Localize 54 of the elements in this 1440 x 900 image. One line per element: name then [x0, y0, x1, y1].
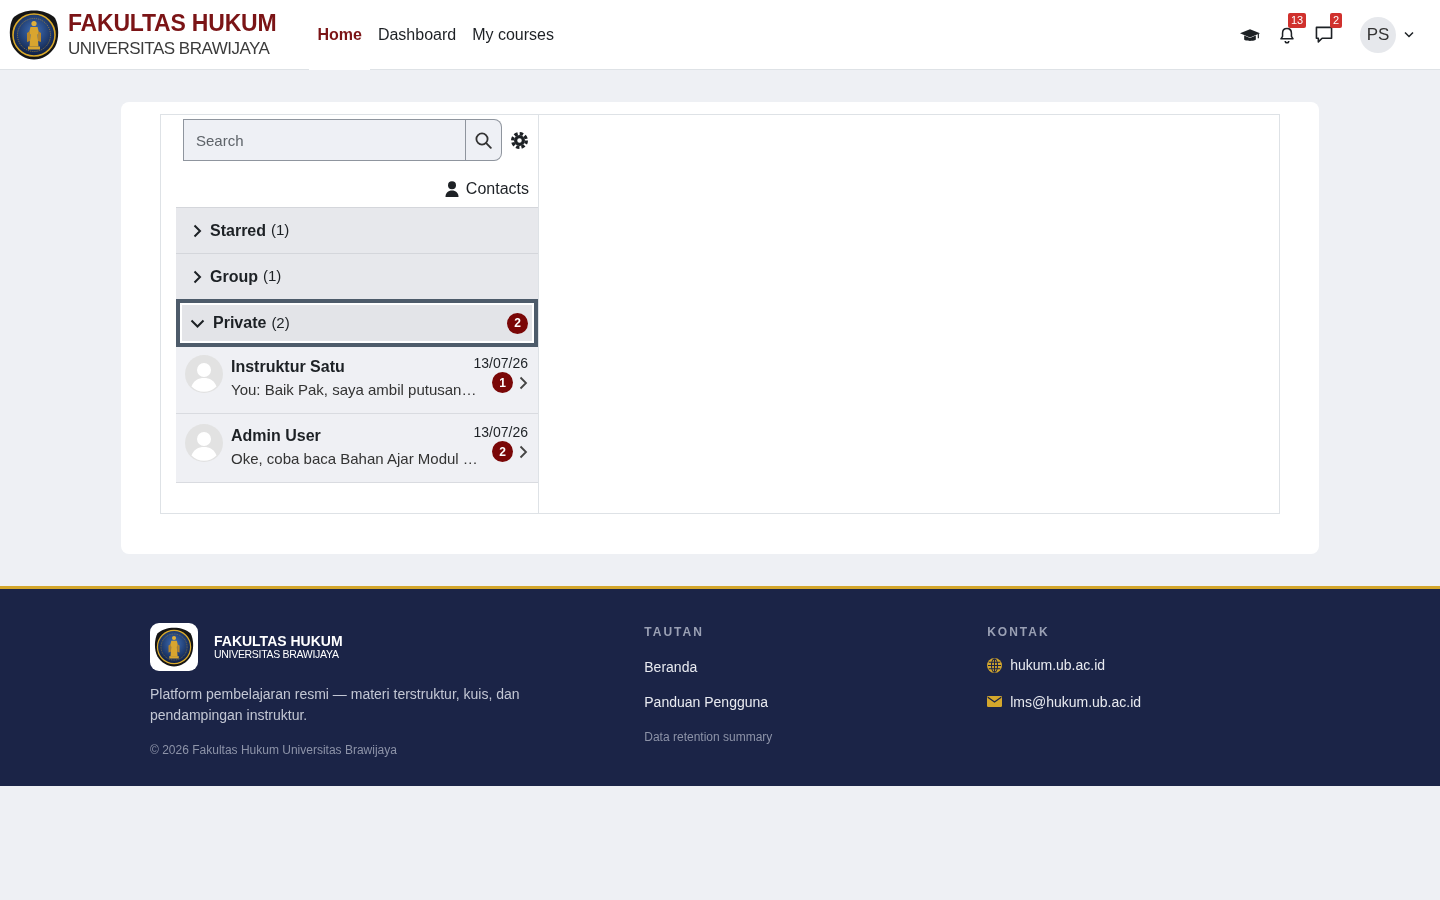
nav-link[interactable]: Dashboard [369, 0, 465, 70]
nav-link[interactable]: My courses [464, 0, 562, 70]
unread-count-badge: 1 [492, 372, 513, 393]
footer-heading: TAUTAN [644, 625, 705, 639]
message-count-badge: 2 [1330, 13, 1343, 28]
chevron-right-icon [193, 223, 202, 238]
globe-icon [987, 657, 1003, 673]
person-icon [444, 181, 459, 197]
search-icon [474, 131, 492, 149]
brand-title[interactable]: FAKULTAS HUKUM [68, 12, 277, 35]
brand-title: FAKULTAS HUKUM [214, 633, 343, 649]
brand-subtitle: UNIVERSITAS BRAWIJAYA [214, 648, 340, 661]
contacts-link[interactable]: Contacts [444, 177, 529, 201]
section-header[interactable]: Starred (1) [176, 207, 538, 253]
chevron-right-icon [193, 269, 202, 284]
chat-bubble-icon[interactable] [1315, 26, 1333, 43]
conversation-item[interactable]: Instruktur Satu You: Baik Pak, saya ambil putusan… 13/07/26 1 [176, 347, 538, 414]
chevron-right-icon [519, 444, 528, 459]
contact-link[interactable]: hukum.ub.ac.id [987, 656, 1106, 674]
unread-count-badge: 2 [492, 441, 513, 462]
message-date: 13/07/26 [473, 424, 528, 440]
footer-link[interactable]: Panduan Pengguna [644, 692, 769, 711]
notification-count-badge: 13 [1288, 12, 1307, 28]
search-button[interactable] [465, 119, 502, 161]
section-header[interactable]: Private (2) 2 [176, 299, 538, 347]
graduation-cap-icon[interactable] [1240, 26, 1260, 43]
search-field[interactable]: Search [183, 119, 466, 161]
envelope-icon [987, 696, 1003, 707]
message-date: 13/07/26 [473, 355, 528, 371]
settings-icon[interactable] [511, 131, 528, 149]
contact-link[interactable]: lms@hukum.ub.ac.id [987, 692, 1142, 711]
contact-name: Admin User [231, 426, 322, 446]
section-header[interactable]: Group (1) [176, 253, 538, 299]
user-avatar[interactable]: PS [1360, 16, 1396, 53]
emblem-logo[interactable] [8, 8, 60, 61]
caret-icon[interactable] [1404, 31, 1414, 38]
message-preview: You: Baik Pak, saya ambil putusan… [231, 380, 474, 400]
copyright-text: © 2026 Fakultas Hukum Universitas Brawijaya [150, 742, 398, 759]
chevron-down-icon [190, 318, 205, 328]
conversation-item[interactable]: Admin User Oke, coba baca Bahan Ajar Modul … 13/07/26 2 [176, 414, 538, 483]
emblem-logo [150, 623, 198, 671]
contact-name: Instruktur Satu [231, 357, 346, 377]
footer-heading: KONTAK [987, 625, 1051, 639]
avatar-icon [185, 424, 223, 462]
unread-count-badge: 2 [507, 312, 528, 334]
footer-description: Platform pembelajaran resmi — materi terstruktur, kuis, dan pendampingan instruktur. [150, 685, 521, 725]
message-preview: Oke, coba baca Bahan Ajar Modul … [231, 449, 474, 469]
brand-subtitle[interactable]: UNIVERSITAS BRAWIJAYA [68, 40, 277, 57]
nav-link[interactable]: Home [309, 0, 370, 70]
footer-link[interactable]: Data retention summary [644, 730, 773, 744]
bell-icon[interactable] [1279, 25, 1295, 44]
footer-link[interactable]: Beranda [644, 658, 698, 676]
avatar-icon [185, 355, 223, 393]
chevron-right-icon [519, 375, 528, 390]
